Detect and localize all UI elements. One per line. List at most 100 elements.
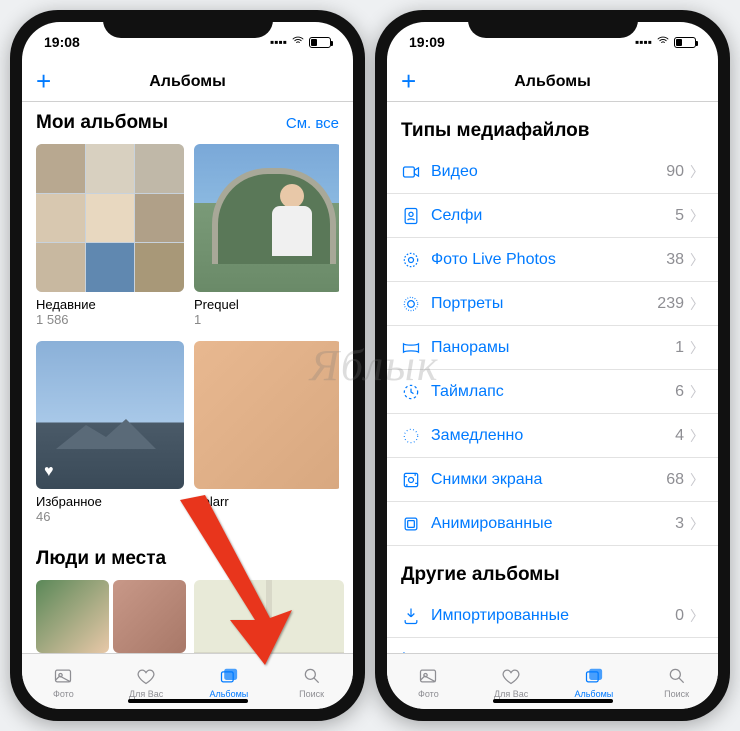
tab-label: Альбомы	[574, 689, 613, 699]
albums-icon	[219, 665, 239, 687]
row-count: 68	[666, 471, 684, 489]
heart-icon: ♥	[44, 463, 54, 481]
section-media-types-title: Типы медиафайлов	[387, 102, 718, 150]
section-my-albums-title: Мои альбомы	[36, 112, 168, 134]
album-polarr[interactable]: Polarr 3	[194, 341, 339, 524]
row-label: Снимки экрана	[431, 471, 666, 489]
row-count: 0	[675, 607, 684, 625]
tab-search[interactable]: Поиск	[270, 654, 353, 709]
search-icon	[302, 665, 322, 687]
row-label: Анимированные	[431, 515, 675, 533]
signal-icon: ▪▪▪▪	[635, 35, 652, 49]
row-label: Панорамы	[431, 339, 675, 357]
row-count: 1	[675, 339, 684, 357]
home-indicator[interactable]	[493, 699, 613, 703]
slomo-icon	[401, 426, 431, 446]
status-time: 19:08	[44, 34, 80, 50]
tab-photos[interactable]: Фото	[387, 654, 470, 709]
album-count: 3	[194, 509, 339, 524]
tab-label: Поиск	[299, 689, 324, 699]
places-album[interactable]	[194, 580, 344, 653]
add-button[interactable]: +	[36, 66, 51, 97]
row-count: 90	[666, 163, 684, 181]
chevron-right-icon: 〉	[690, 206, 704, 226]
row-label: Селфи	[431, 207, 675, 225]
chevron-right-icon: 〉	[690, 338, 704, 358]
row-label: Таймлапс	[431, 383, 675, 401]
add-button[interactable]: +	[401, 66, 416, 97]
phone-right: 19:09 ▪▪▪▪ + Альбомы Типы медиафайлов Ви…	[375, 10, 730, 721]
tab-label: Фото	[418, 689, 439, 699]
list-row-video[interactable]: Видео90〉	[387, 150, 718, 194]
row-label: Фото Live Photos	[431, 251, 666, 269]
tab-label: Поиск	[664, 689, 689, 699]
album-favorites[interactable]: ♥ Избранное 46	[36, 341, 184, 524]
battery-icon	[309, 37, 331, 48]
chevron-right-icon: 〉	[690, 294, 704, 314]
phone-left: 19:08 ▪▪▪▪ + Альбомы Мои альбомы См. все	[10, 10, 365, 721]
home-indicator[interactable]	[128, 699, 248, 703]
notch	[103, 10, 273, 38]
chevron-right-icon: 〉	[690, 250, 704, 270]
section-other-albums-title: Другие альбомы	[387, 546, 718, 594]
album-title: Polarr	[194, 494, 339, 509]
chevron-right-icon: 〉	[690, 426, 704, 446]
animated-icon	[401, 514, 431, 534]
tab-label: Для Вас	[129, 689, 163, 699]
photos-icon	[53, 665, 73, 687]
album-prequel[interactable]: Prequel 1	[194, 144, 339, 327]
list-row-slomo[interactable]: Замедленно4 〉	[387, 414, 718, 458]
portrait-icon	[401, 294, 431, 314]
row-label: Замедленно	[431, 427, 675, 445]
section-people-places-title: Люди и места	[36, 548, 166, 570]
tab-label: Для Вас	[494, 689, 528, 699]
list-row-animated[interactable]: Анимированные3 〉	[387, 502, 718, 546]
list-row-screenshot[interactable]: Снимки экрана68 〉	[387, 458, 718, 502]
list-row-import[interactable]: Импортированные0〉	[387, 594, 718, 638]
chevron-right-icon: 〉	[690, 606, 704, 626]
row-label: Портреты	[431, 295, 657, 313]
list-row-timelapse[interactable]: Таймлапс6 〉	[387, 370, 718, 414]
panorama-icon	[401, 338, 431, 358]
battery-icon	[674, 37, 696, 48]
selfie-icon	[401, 206, 431, 226]
people-album[interactable]	[36, 580, 186, 653]
see-all-link[interactable]: См. все	[286, 115, 339, 132]
wifi-icon	[291, 34, 305, 51]
row-count: 3	[675, 515, 684, 533]
album-recents[interactable]: Недавние 1 586	[36, 144, 184, 327]
album-count: 1	[194, 312, 339, 327]
chevron-right-icon: 〉	[690, 382, 704, 402]
list-row-hidden[interactable]: Скрытые0〉	[387, 638, 718, 653]
tab-photos[interactable]: Фото	[22, 654, 105, 709]
album-count: 46	[36, 509, 184, 524]
chevron-right-icon: 〉	[690, 470, 704, 490]
list-row-panorama[interactable]: Панорамы1 〉	[387, 326, 718, 370]
list-row-selfie[interactable]: Селфи5 〉	[387, 194, 718, 238]
row-count: 239	[657, 295, 684, 313]
tab-search[interactable]: Поиск	[635, 654, 718, 709]
content-scroll[interactable]: Типы медиафайлов Видео90〉Селфи5〉Фото Liv…	[387, 102, 718, 653]
row-label: Видео	[431, 163, 666, 181]
row-count: 6	[675, 383, 684, 401]
chevron-right-icon: 〉	[690, 514, 704, 534]
nav-title: Альбомы	[514, 73, 591, 91]
albums-icon	[584, 665, 604, 687]
album-count: 1 586	[36, 312, 184, 327]
row-count: 5	[675, 207, 684, 225]
row-count: 38	[666, 251, 684, 269]
status-time: 19:09	[409, 34, 445, 50]
photos-icon	[418, 665, 438, 687]
nav-bar: + Альбомы	[387, 62, 718, 102]
signal-icon: ▪▪▪▪	[270, 35, 287, 49]
tab-label: Фото	[53, 689, 74, 699]
timelapse-icon	[401, 382, 431, 402]
tab-label: Альбомы	[209, 689, 248, 699]
search-icon	[667, 665, 687, 687]
album-title: Избранное	[36, 494, 184, 509]
content-scroll[interactable]: Мои альбомы См. все Недавние 1 586 Prequ…	[22, 102, 353, 653]
list-row-live[interactable]: Фото Live Photos38 〉	[387, 238, 718, 282]
list-row-portrait[interactable]: Портреты239 〉	[387, 282, 718, 326]
live-icon	[401, 250, 431, 270]
row-count: 4	[675, 427, 684, 445]
